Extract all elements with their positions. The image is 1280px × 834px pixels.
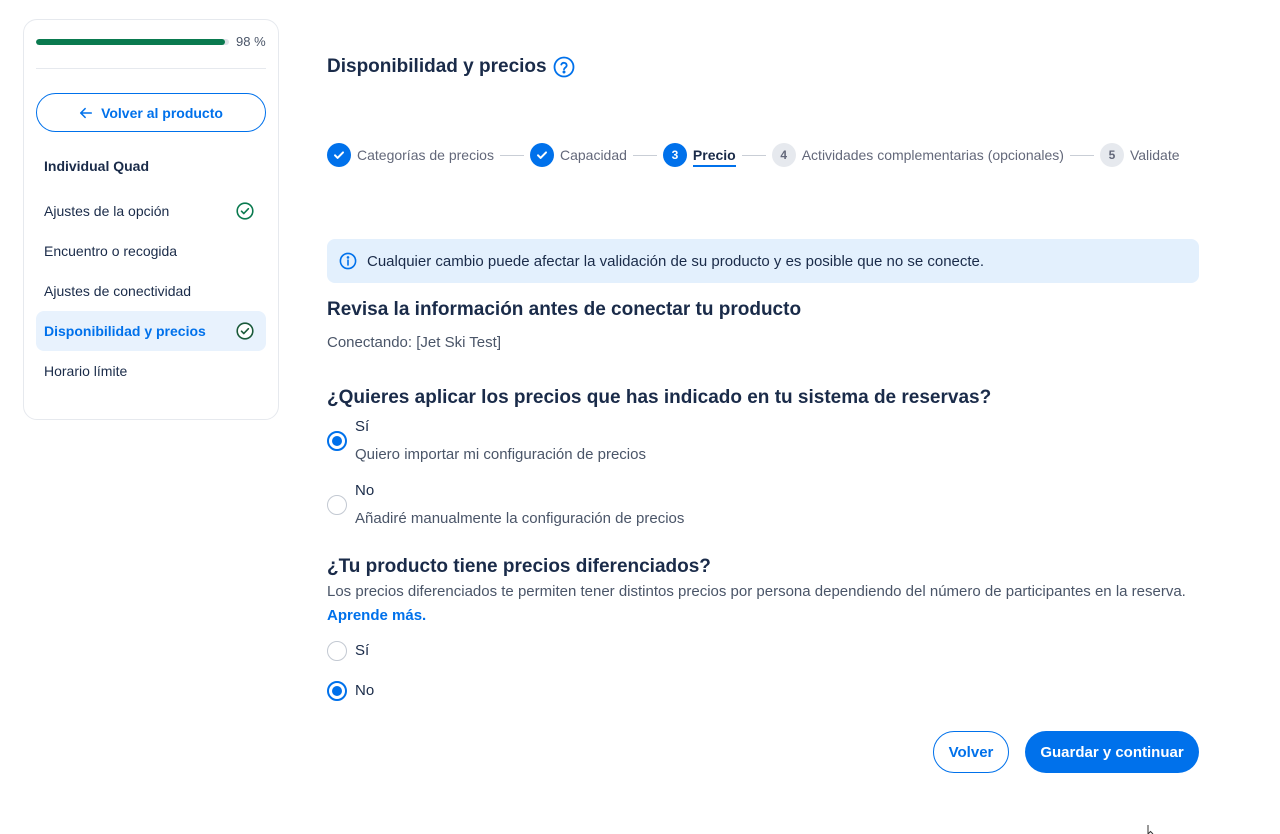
info-icon	[339, 252, 357, 270]
step-separator	[499, 154, 524, 156]
apply-prices-no-radio[interactable]	[327, 495, 347, 515]
sidebar-item-label: Horario límite	[44, 363, 128, 379]
product-title: Individual Quad	[44, 158, 150, 174]
info-banner-text: Cualquier cambio puede afectar la valida…	[367, 252, 985, 270]
step-capacity[interactable]: Capacidad	[529, 143, 627, 167]
help-icon[interactable]	[553, 56, 575, 78]
sidebar-divider	[36, 68, 266, 69]
step-separator	[741, 154, 766, 156]
save-and-continue-button[interactable]: Guardar y continuar	[1025, 731, 1199, 773]
progress-indicator: 98 %	[36, 34, 268, 50]
step-done-indicator	[327, 143, 351, 167]
step-label: Actividades complementarias (opcionales)	[801, 147, 1064, 163]
tiered-pricing-yes-label: Sí	[355, 642, 370, 659]
mouse-cursor-icon	[1147, 825, 1154, 834]
back-button[interactable]: Volver	[933, 731, 1009, 773]
sidebar-item-meeting-pickup[interactable]: Encuentro o recogida	[36, 231, 266, 271]
apply-prices-question: ¿Quieres aplicar los precios que has ind…	[327, 387, 992, 408]
apply-prices-yes-radio[interactable]	[327, 431, 347, 451]
step-price[interactable]: 3 Precio	[662, 143, 736, 167]
stepper: Categorías de precios Capacidad 3 Precio…	[327, 143, 1180, 167]
learn-more-link[interactable]: Aprende más.	[327, 607, 426, 624]
page-title-text: Disponibilidad y precios	[327, 56, 547, 77]
progress-percent: 98 %	[236, 34, 266, 49]
sidebar-item-label: Disponibilidad y precios	[44, 323, 206, 339]
back-to-product-label: Volver al producto	[101, 104, 223, 121]
check-icon	[334, 151, 344, 159]
step-number: 4	[771, 143, 796, 167]
step-validate[interactable]: 5 Validate	[1099, 143, 1180, 167]
apply-prices-no-description: Añadiré manualmente la configuración de …	[355, 510, 685, 527]
sidebar-item-label: Encuentro o recogida	[44, 243, 178, 259]
sidebar-item-cutoff-time[interactable]: Horario límite	[36, 351, 266, 391]
step-price-categories[interactable]: Categorías de precios	[327, 143, 494, 167]
sidebar-item-option-settings[interactable]: Ajustes de la opción	[36, 191, 266, 231]
check-circle-icon	[236, 322, 254, 340]
step-label: Precio	[692, 147, 736, 167]
page-title: Disponibilidad y precios	[327, 56, 575, 78]
sidebar: 98 % Volver al producto Individual Quad …	[23, 19, 279, 420]
info-banner: Cualquier cambio puede afectar la valida…	[327, 239, 1199, 283]
sidebar-item-label: Ajustes de la opción	[44, 203, 170, 219]
tiered-pricing-description: Los precios diferenciados te permiten te…	[327, 580, 1187, 628]
step-separator	[1069, 154, 1094, 156]
progress-bar	[36, 39, 229, 45]
sidebar-item-label: Ajustes de conectividad	[44, 283, 192, 299]
review-heading: Revisa la información antes de conectar …	[327, 299, 802, 320]
step-separator	[632, 154, 657, 156]
step-number: 3	[662, 143, 687, 167]
sidebar-item-connectivity-settings[interactable]: Ajustes de conectividad	[36, 271, 266, 311]
apply-prices-yes-description: Quiero importar mi configuración de prec…	[355, 446, 646, 463]
tiered-pricing-description-text: Los precios diferenciados te permiten te…	[327, 583, 1186, 600]
tiered-pricing-no-radio[interactable]	[327, 681, 347, 701]
connecting-product: Conectando: [Jet Ski Test]	[327, 334, 501, 351]
tiered-pricing-question: ¿Tu producto tiene precios diferenciados…	[327, 556, 711, 577]
tiered-pricing-no-label: No	[355, 682, 375, 699]
progress-bar-fill	[36, 39, 226, 45]
sidebar-item-availability-pricing[interactable]: Disponibilidad y precios	[36, 311, 266, 351]
apply-prices-yes-label: Sí	[355, 418, 370, 435]
step-label: Capacidad	[559, 147, 627, 163]
arrow-left-icon	[80, 107, 93, 118]
apply-prices-no-label: No	[355, 482, 375, 499]
back-to-product-button[interactable]: Volver al producto	[36, 93, 266, 132]
step-label: Validate	[1129, 147, 1180, 163]
step-done-indicator	[529, 143, 554, 167]
check-icon	[536, 151, 547, 159]
check-circle-icon	[236, 202, 254, 220]
step-complementary-activities[interactable]: 4 Actividades complementarias (opcionale…	[771, 143, 1064, 167]
step-number: 5	[1099, 143, 1124, 167]
step-label: Categorías de precios	[357, 147, 494, 163]
tiered-pricing-yes-radio[interactable]	[327, 641, 347, 661]
